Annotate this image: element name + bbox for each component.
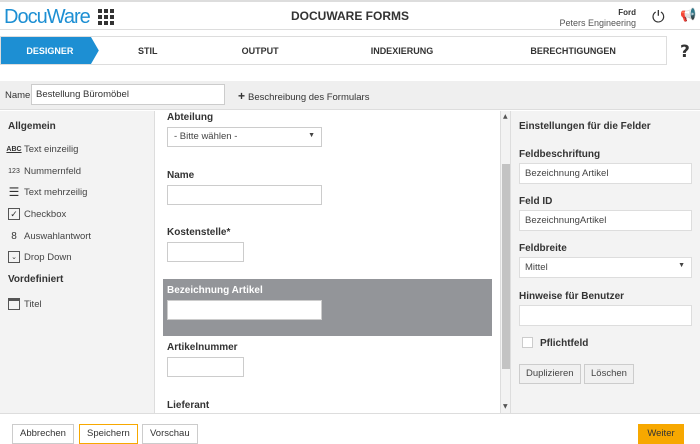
settings-title: Einstellungen für die Felder (519, 121, 651, 132)
caption-input[interactable]: Bezeichnung Artikel (519, 163, 692, 184)
next-button[interactable]: Weiter (638, 424, 684, 444)
field-label: Name (167, 170, 195, 181)
palette-item-dropdown[interactable]: ⌄ Drop Down (8, 251, 72, 263)
hints-input[interactable] (519, 305, 692, 326)
required-label: Pflichtfeld (540, 338, 589, 349)
step-output[interactable]: OUTPUT (197, 37, 324, 64)
palette-item-radio[interactable]: 8 Auswahlantwort (8, 230, 91, 242)
form-canvas: Abteilung - Bitte wählen - ▼ Name Kostens… (155, 111, 500, 413)
width-select[interactable]: Mittel ▼ (519, 257, 692, 278)
preview-button[interactable]: Vorschau (142, 424, 198, 444)
organization: Peters Engineering (559, 18, 636, 28)
checkbox-icon: ✓ (8, 208, 20, 220)
scroll-down-icon[interactable]: ▼ (503, 403, 508, 410)
palette-item-number[interactable]: 123 Nummernfeld (8, 165, 81, 177)
palette-item-label: Drop Down (24, 251, 72, 263)
caret-down-icon: ▼ (678, 262, 685, 269)
duplicate-button[interactable]: Duplizieren (519, 364, 581, 384)
dropdown-icon: ⌄ (8, 251, 20, 263)
user-info: Ford Peters Engineering (559, 7, 636, 29)
field-id-input[interactable]: BezeichnungArtikel (519, 210, 692, 231)
cancel-button[interactable]: Abbrechen (12, 424, 74, 444)
user-name: Ford (618, 8, 636, 17)
field-id-label: Feld ID (519, 196, 553, 207)
palette-item-text-single[interactable]: ABC Text einzeilig (6, 143, 79, 155)
field-palette: Allgemein ABC Text einzeilig 123 Nummernfe… (0, 111, 155, 413)
scrollbar-thumb[interactable] (502, 164, 510, 369)
width-value: Mittel (525, 262, 548, 273)
palette-item-text-multi[interactable]: ☰ Text mehrzeilig (8, 185, 88, 199)
palette-item-label: Text einzeilig (24, 143, 79, 155)
palette-item-label: Checkbox (24, 208, 67, 220)
caret-down-icon: ▼ (308, 132, 315, 139)
palette-item-checkbox[interactable]: ✓ Checkbox (8, 208, 66, 220)
field-label: Artikelnummer (167, 342, 238, 353)
delete-button[interactable]: Löschen (584, 364, 634, 384)
artikelnummer-input[interactable] (167, 357, 244, 377)
add-description-link[interactable]: + Beschreibung des Formulars (238, 89, 369, 103)
form-name-input[interactable]: Bestellung Büromöbel (31, 84, 225, 105)
step-designer[interactable]: DESIGNER (1, 37, 99, 64)
abc-icon: ABC (6, 145, 22, 153)
palette-item-label: Text mehrzeilig (24, 186, 88, 198)
help-icon[interactable]: ? (680, 42, 690, 62)
step-indexierung[interactable]: INDEXIERUNG (324, 37, 480, 64)
footer-bar: Abbrechen Speichern Vorschau Weiter (0, 413, 700, 444)
caption-label: Feldbeschriftung (519, 149, 601, 160)
required-checkbox[interactable] (522, 337, 533, 348)
canvas-scrollbar[interactable]: ▲ ▼ (500, 111, 511, 413)
radio-icon: 8 (11, 230, 17, 242)
kostenstelle-input[interactable] (167, 242, 244, 262)
field-label: Abteilung (167, 112, 214, 123)
save-button[interactable]: Speichern (79, 424, 138, 444)
step-stil[interactable]: STIL (99, 37, 197, 64)
plus-icon: + (238, 89, 246, 103)
wizard-steps: DESIGNER STIL OUTPUT INDEXIERUNG BERECHT… (0, 36, 667, 65)
number-icon: 123 (8, 167, 20, 175)
palette-item-label: Auswahlantwort (24, 230, 92, 242)
palette-item-label: Nummernfeld (24, 165, 82, 177)
megaphone-icon[interactable]: 📢 (680, 8, 696, 23)
palette-heading-predefined: Vordefiniert (8, 274, 64, 285)
field-label: Lieferant (167, 400, 210, 411)
palette-item-label: Titel (24, 298, 42, 310)
palette-item-title[interactable]: Titel (8, 298, 42, 310)
name-bar: Name Bestellung Büromöbel + Beschreibung … (0, 81, 700, 110)
abteilung-value: - Bitte wählen - (174, 131, 238, 142)
title-icon (8, 298, 20, 310)
field-label: Kostenstelle* (167, 227, 231, 238)
name-label: Name (5, 90, 31, 101)
abteilung-select[interactable]: - Bitte wählen - ▼ (167, 127, 322, 147)
description-label: Beschreibung des Formulars (248, 92, 370, 103)
palette-heading-general: Allgemein (8, 121, 56, 132)
power-icon[interactable]: ⏻ (652, 7, 665, 27)
lines-icon: ☰ (8, 185, 20, 199)
name-input[interactable] (167, 185, 322, 205)
step-berechtigungen[interactable]: BERECHTIGUNGEN (480, 37, 666, 64)
hints-label: Hinweise für Benutzer (519, 291, 625, 302)
field-label: Bezeichnung Artikel (167, 285, 263, 296)
bezeichnung-input[interactable] (167, 300, 322, 320)
width-label: Feldbreite (519, 243, 567, 254)
scroll-up-icon[interactable]: ▲ (503, 113, 508, 120)
field-settings-panel: Einstellungen für die Felder Feldbeschri… (511, 111, 700, 413)
top-bar: DocuWare DOCUWARE FORMS Ford Peters Engin… (0, 0, 700, 30)
